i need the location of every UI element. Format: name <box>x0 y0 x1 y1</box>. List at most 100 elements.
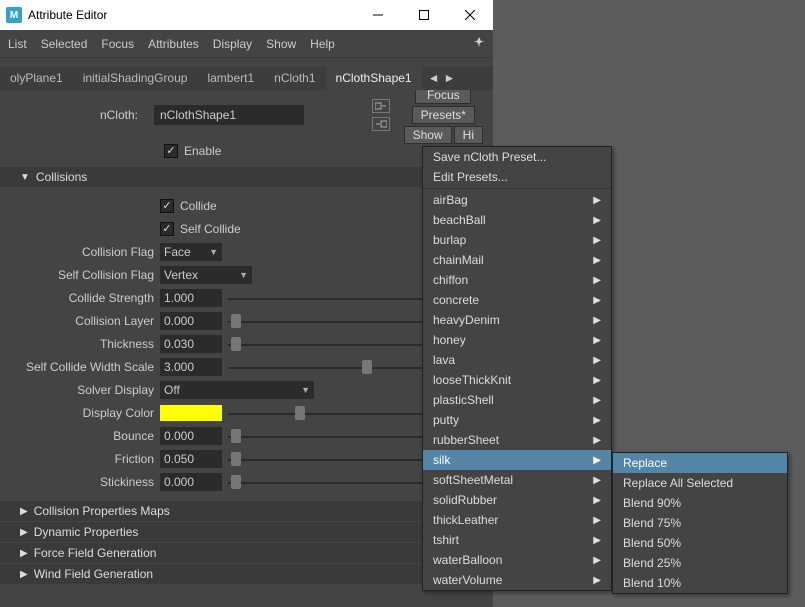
preset-loosethickknit[interactable]: looseThickKnit▶ <box>423 370 611 390</box>
self-collide-width-scale-field[interactable] <box>160 358 222 376</box>
force-field-generation-header[interactable]: ▶Force Field Generation <box>0 543 493 563</box>
submenu-arrow-icon: ▶ <box>593 295 601 306</box>
thickness-label: Thickness <box>0 337 160 351</box>
submenu-arrow-icon: ▶ <box>593 275 601 286</box>
preset-tshirt[interactable]: tshirt▶ <box>423 530 611 550</box>
menu-focus[interactable]: Focus <box>101 37 134 51</box>
tab-lambert1[interactable]: lambert1 <box>197 66 264 90</box>
preset-lava[interactable]: lava▶ <box>423 350 611 370</box>
preset-watervolume[interactable]: waterVolume▶ <box>423 570 611 590</box>
collide-strength-field[interactable] <box>160 289 222 307</box>
preset-chiffon[interactable]: chiffon▶ <box>423 270 611 290</box>
collapsed-icon: ▶ <box>20 569 28 580</box>
output-connections-icon[interactable] <box>372 117 390 131</box>
tab-nclothshape1[interactable]: nClothShape1 <box>326 66 422 90</box>
preset-concrete[interactable]: concrete▶ <box>423 290 611 310</box>
expand-icon: ▼ <box>20 172 30 183</box>
menu-item-save-ncloth-preset-[interactable]: Save nCloth Preset... <box>423 147 611 167</box>
menu-item-edit-presets-[interactable]: Edit Presets... <box>423 167 611 187</box>
display-color-swatch[interactable] <box>160 405 222 421</box>
preset-burlap[interactable]: burlap▶ <box>423 230 611 250</box>
preset-thickleather[interactable]: thickLeather▶ <box>423 510 611 530</box>
submenu-blend-10-[interactable]: Blend 10% <box>613 573 787 593</box>
submenu-arrow-icon: ▶ <box>593 375 601 386</box>
submenu-replace-all-selected[interactable]: Replace All Selected <box>613 473 787 493</box>
submenu-arrow-icon: ▶ <box>593 315 601 326</box>
dropdown-icon: ▼ <box>209 247 218 257</box>
submenu-blend-25-[interactable]: Blend 25% <box>613 553 787 573</box>
node-tabs: olyPlane1 initialShadingGroup lambert1 n… <box>0 66 493 90</box>
menu-help[interactable]: Help <box>310 37 335 51</box>
dynamic-properties-header[interactable]: ▶Dynamic Properties <box>0 522 493 542</box>
menu-selected[interactable]: Selected <box>41 37 88 51</box>
tabs-left-icon[interactable]: ◄ <box>428 71 440 85</box>
submenu-arrow-icon: ▶ <box>593 235 601 246</box>
preset-solidrubber[interactable]: solidRubber▶ <box>423 490 611 510</box>
silk-submenu: ReplaceReplace All SelectedBlend 90%Blen… <box>612 452 788 594</box>
self-collision-flag-label: Self Collision Flag <box>0 268 160 282</box>
solver-display-select[interactable]: Off▼ <box>160 381 314 399</box>
submenu-blend-75-[interactable]: Blend 75% <box>613 513 787 533</box>
submenu-arrow-icon: ▶ <box>593 435 601 446</box>
preset-putty[interactable]: putty▶ <box>423 410 611 430</box>
submenu-arrow-icon: ▶ <box>593 215 601 226</box>
submenu-blend-90-[interactable]: Blend 90% <box>613 493 787 513</box>
submenu-arrow-icon: ▶ <box>593 475 601 486</box>
collision-properties-maps-header[interactable]: ▶Collision Properties Maps <box>0 501 493 521</box>
tab-polyplane1[interactable]: olyPlane1 <box>0 66 73 90</box>
friction-field[interactable] <box>160 450 222 468</box>
submenu-arrow-icon: ▶ <box>593 335 601 346</box>
tab-initialshadinggroup[interactable]: initialShadingGroup <box>73 66 198 90</box>
presets-button[interactable]: Presets* <box>412 106 475 124</box>
dropdown-icon: ▼ <box>301 385 310 395</box>
submenu-blend-50-[interactable]: Blend 50% <box>613 533 787 553</box>
bounce-field[interactable] <box>160 427 222 445</box>
minimize-button[interactable] <box>355 0 401 30</box>
preset-airbag[interactable]: airBag▶ <box>423 190 611 210</box>
submenu-arrow-icon: ▶ <box>593 575 601 586</box>
maximize-button[interactable] <box>401 0 447 30</box>
submenu-arrow-icon: ▶ <box>593 495 601 506</box>
preset-beachball[interactable]: beachBall▶ <box>423 210 611 230</box>
menu-display[interactable]: Display <box>213 37 252 51</box>
menu-list[interactable]: List <box>8 37 27 51</box>
preset-heavydenim[interactable]: heavyDenim▶ <box>423 310 611 330</box>
input-connections-icon[interactable] <box>372 99 390 113</box>
hide-button[interactable]: Hi <box>454 126 483 144</box>
preset-honey[interactable]: honey▶ <box>423 330 611 350</box>
friction-label: Friction <box>0 452 160 466</box>
thickness-field[interactable] <box>160 335 222 353</box>
submenu-arrow-icon: ▶ <box>593 255 601 266</box>
submenu-arrow-icon: ▶ <box>593 515 601 526</box>
node-name-field[interactable] <box>154 105 304 125</box>
tab-ncloth1[interactable]: nCloth1 <box>264 66 325 90</box>
collisions-header[interactable]: ▼ Collisions <box>0 167 493 187</box>
preset-softsheetmetal[interactable]: softSheetMetal▶ <box>423 470 611 490</box>
menu-show[interactable]: Show <box>266 37 296 51</box>
preset-silk[interactable]: silk▶ <box>423 450 611 470</box>
wind-field-generation-header[interactable]: ▶Wind Field Generation <box>0 564 493 584</box>
submenu-arrow-icon: ▶ <box>593 535 601 546</box>
collide-strength-label: Collide Strength <box>0 291 160 305</box>
stickiness-field[interactable] <box>160 473 222 491</box>
preset-chainmail[interactable]: chainMail▶ <box>423 250 611 270</box>
collide-checkbox[interactable] <box>160 199 174 213</box>
submenu-arrow-icon: ▶ <box>593 195 601 206</box>
show-button[interactable]: Show <box>404 126 452 144</box>
menu-attributes[interactable]: Attributes <box>148 37 199 51</box>
preset-rubbersheet[interactable]: rubberSheet▶ <box>423 430 611 450</box>
pin-icon[interactable] <box>473 36 485 51</box>
tabs-right-icon[interactable]: ► <box>443 71 455 85</box>
preset-plasticshell[interactable]: plasticShell▶ <box>423 390 611 410</box>
self-collide-checkbox[interactable] <box>160 222 174 236</box>
bounce-label: Bounce <box>0 429 160 443</box>
preset-waterballoon[interactable]: waterBalloon▶ <box>423 550 611 570</box>
close-button[interactable] <box>447 0 493 30</box>
submenu-replace[interactable]: Replace <box>613 453 787 473</box>
self-collision-flag-select[interactable]: Vertex▼ <box>160 266 252 284</box>
collision-layer-field[interactable] <box>160 312 222 330</box>
enable-checkbox[interactable] <box>164 144 178 158</box>
collisions-title: Collisions <box>36 170 87 184</box>
submenu-arrow-icon: ▶ <box>593 415 601 426</box>
collision-flag-select[interactable]: Face▼ <box>160 243 222 261</box>
